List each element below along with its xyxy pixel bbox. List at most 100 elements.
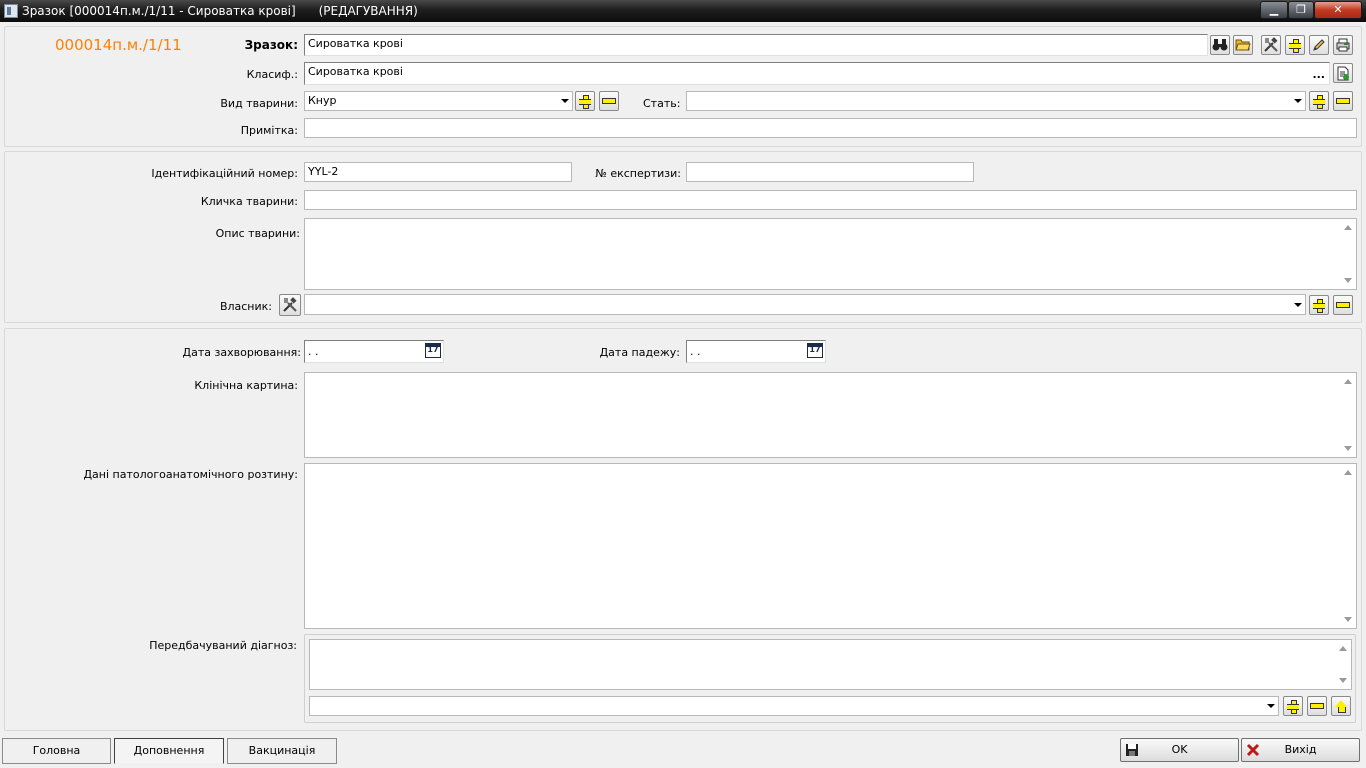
- remove-owner-button[interactable]: [1333, 295, 1353, 315]
- ok-label: OK: [1171, 743, 1188, 756]
- app-icon: [4, 4, 18, 18]
- sample-label: Зразок:: [244, 38, 298, 52]
- scroll-down-icon: [1339, 678, 1347, 683]
- document-add-icon: [1337, 66, 1349, 80]
- death-date-input[interactable]: . . 17: [686, 340, 826, 363]
- add-sex-button[interactable]: [1309, 91, 1329, 111]
- add-owner-button[interactable]: [1309, 295, 1329, 315]
- nickname-input[interactable]: [304, 190, 1357, 210]
- sample-code: 000014п.м./1/11: [55, 36, 182, 54]
- plus-icon: [1288, 38, 1302, 53]
- disease-date-value: . .: [308, 345, 319, 358]
- diagnosis-scrollbar[interactable]: [1336, 641, 1350, 688]
- death-date-value: . .: [690, 345, 701, 358]
- minus-icon: [1310, 703, 1324, 709]
- owner-select[interactable]: [304, 294, 1306, 315]
- calendar-icon[interactable]: 17: [425, 343, 441, 358]
- tab-vaccination[interactable]: Вакцинація: [227, 738, 337, 764]
- scroll-down-icon: [1344, 446, 1352, 451]
- chevron-down-icon: [1294, 302, 1302, 307]
- chevron-down-icon: [1267, 704, 1275, 708]
- description-textarea[interactable]: [304, 218, 1357, 290]
- remove-animal-type-button[interactable]: [599, 91, 619, 111]
- note-input[interactable]: [304, 118, 1357, 138]
- clinical-scrollbar[interactable]: [1341, 374, 1355, 456]
- animal-type-select[interactable]: Кнур: [304, 91, 573, 111]
- maximize-button[interactable]: ❐: [1288, 1, 1314, 19]
- remove-diagnosis-button[interactable]: [1307, 696, 1327, 716]
- sample-input[interactable]: Сироватка крові: [304, 34, 1208, 56]
- arrow-up-icon: [1335, 699, 1347, 713]
- classif-browse[interactable]: ...: [1312, 68, 1325, 81]
- classif-value: Сироватка крові: [308, 65, 403, 78]
- description-label: Опис тварини:: [215, 227, 300, 240]
- add-sample-button[interactable]: [1285, 35, 1305, 55]
- add-diagnosis-button[interactable]: [1283, 696, 1303, 716]
- ok-button[interactable]: OK: [1120, 738, 1239, 762]
- diagnosis-label: Передбачуваний діагноз:: [149, 639, 297, 652]
- diagnosis-select[interactable]: [309, 696, 1279, 716]
- disease-date-input[interactable]: . . 17: [304, 340, 444, 363]
- nickname-label: Кличка тварини:: [200, 195, 298, 208]
- clinical-textarea[interactable]: [304, 372, 1357, 458]
- plus-icon: [1286, 699, 1300, 714]
- tools-icon: [283, 297, 297, 312]
- exit-label: Вихід: [1284, 743, 1317, 756]
- autopsy-label: Дані патологоанатомічного розтину:: [83, 468, 298, 481]
- sample-action-button[interactable]: [1333, 35, 1353, 55]
- exit-button[interactable]: Вихід: [1241, 738, 1360, 762]
- binoculars-icon: [1212, 39, 1228, 51]
- death-date-label: Дата падежу:: [599, 346, 680, 359]
- plus-icon: [1312, 94, 1326, 109]
- autopsy-scrollbar[interactable]: [1341, 465, 1355, 627]
- add-animal-type-button[interactable]: [575, 91, 595, 111]
- plus-icon: [1312, 298, 1326, 313]
- tools-button[interactable]: [1261, 35, 1281, 55]
- classif-label: Класиф.:: [246, 68, 298, 81]
- edit-sample-button[interactable]: [1309, 35, 1329, 55]
- ident-label: Ідентифікаційний номер:: [151, 167, 298, 180]
- description-scrollbar[interactable]: [1341, 220, 1355, 288]
- folder-open-icon: [1235, 39, 1251, 51]
- animal-type-label: Вид тварини:: [220, 97, 298, 110]
- tab-additions[interactable]: Доповнення: [114, 738, 224, 764]
- expertise-label: № експертизи:: [595, 167, 681, 180]
- autopsy-textarea[interactable]: [304, 463, 1357, 629]
- disease-date-label: Дата захворювання:: [182, 346, 301, 359]
- chevron-down-icon: [1294, 99, 1302, 103]
- tools-icon: [1264, 37, 1278, 52]
- expertise-input[interactable]: [686, 162, 974, 182]
- scroll-up-icon: [1339, 646, 1347, 651]
- calendar-icon[interactable]: 17: [807, 343, 823, 358]
- minus-icon: [1336, 98, 1350, 104]
- plus-icon: [578, 94, 592, 109]
- window-title: Зразок [000014п.м./1/11 - Сироватка кров…: [22, 4, 418, 18]
- clinical-label: Клінічна картина:: [194, 379, 298, 392]
- scroll-up-icon: [1344, 225, 1352, 230]
- sex-label: Стать:: [643, 97, 681, 110]
- owner-tools-button[interactable]: [279, 294, 301, 316]
- minus-icon: [1336, 302, 1350, 308]
- remove-sex-button[interactable]: [1333, 91, 1353, 111]
- print-icon: [1336, 38, 1350, 52]
- close-window-button[interactable]: ✕: [1314, 1, 1362, 19]
- ident-input[interactable]: YYL-2: [304, 162, 572, 182]
- classif-document-button[interactable]: [1333, 63, 1353, 83]
- binoculars-button[interactable]: [1210, 35, 1230, 55]
- classif-input[interactable]: Сироватка крові ...: [304, 62, 1330, 85]
- owner-label: Власник:: [219, 300, 272, 313]
- move-up-diagnosis-button[interactable]: [1331, 696, 1351, 716]
- scroll-up-icon: [1344, 470, 1352, 475]
- minimize-button[interactable]: ▁: [1260, 1, 1288, 19]
- diagnosis-textarea[interactable]: [309, 639, 1352, 690]
- minus-icon: [602, 98, 616, 104]
- animal-type-value: Кнур: [308, 94, 337, 107]
- sex-select[interactable]: [686, 91, 1306, 111]
- pencil-icon: [1313, 39, 1325, 51]
- note-label: Примітка:: [240, 124, 298, 137]
- chevron-down-icon: [561, 99, 569, 103]
- scroll-down-icon: [1344, 278, 1352, 283]
- open-folder-button[interactable]: [1233, 35, 1253, 55]
- tab-main[interactable]: Головна: [2, 738, 111, 764]
- scroll-up-icon: [1344, 379, 1352, 384]
